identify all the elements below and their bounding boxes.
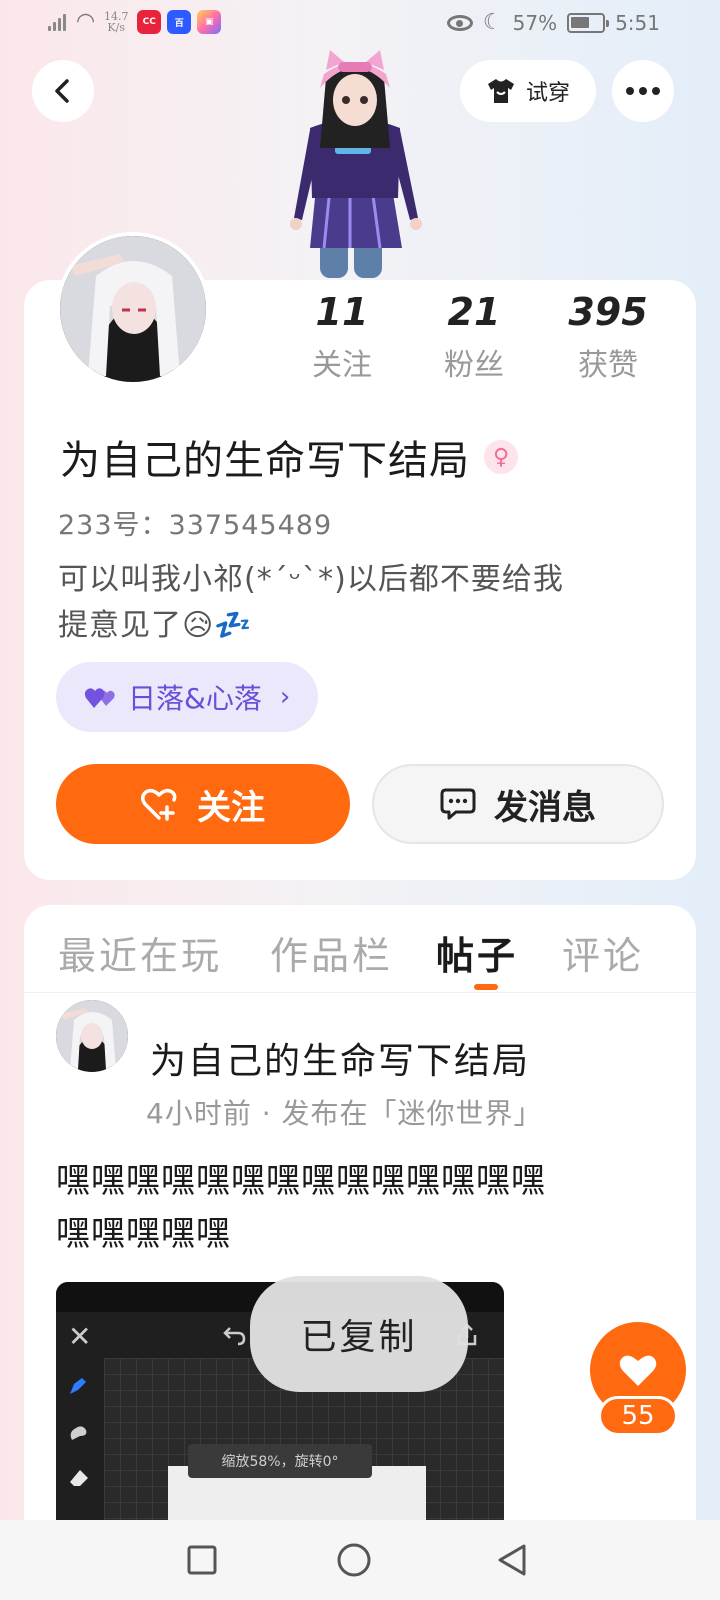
close-icon: ✕ — [68, 1320, 92, 1353]
more-options-button[interactable] — [612, 60, 674, 122]
chevron-left-icon — [55, 79, 69, 103]
send-message-button[interactable]: 发消息 — [372, 764, 664, 844]
cc-app-icon: CC — [137, 10, 162, 34]
heart-plus-icon — [141, 788, 177, 821]
try-on-button[interactable]: 试穿 — [460, 60, 596, 122]
undo-icon — [223, 1327, 246, 1346]
tab-recently-played[interactable]: 最近在玩 — [58, 925, 222, 980]
post-author-avatar[interactable] — [56, 1000, 128, 1072]
fans-count: 21 — [447, 290, 501, 334]
username-row: 为自己的生命写下结局 ♀ — [60, 428, 518, 486]
wifi-icon: ◠ — [76, 9, 96, 34]
avatar-3d-figure[interactable] — [280, 48, 430, 280]
post-text: 嘿嘿嘿嘿嘿嘿嘿嘿嘿嘿嘿嘿嘿嘿 嘿嘿嘿嘿嘿 — [56, 1155, 676, 1261]
username: 为自己的生命写下结局 — [60, 438, 470, 484]
tab-bar: 最近在玩 作品栏 帖子 评论 — [24, 905, 696, 993]
group-tag-label: 日落&心落 — [128, 682, 262, 715]
post-meta: 4小时前 · 发布在「迷你世界」 — [146, 1097, 543, 1130]
back-button[interactable] — [32, 60, 94, 122]
tab-active-indicator — [474, 984, 498, 990]
profile-avatar[interactable] — [56, 232, 210, 386]
colorful-app-icon: ▣ — [197, 10, 222, 34]
tab-posts[interactable]: 帖子 — [436, 925, 518, 980]
pen-icon — [70, 1378, 86, 1394]
tshirt-icon — [487, 79, 514, 103]
follow-button[interactable]: 关注 — [56, 764, 350, 844]
stat-likes[interactable]: 395 获赞 — [548, 290, 668, 384]
try-on-label: 试穿 — [525, 81, 570, 106]
back-nav-button[interactable] — [490, 1538, 534, 1582]
follow-label: 关注 — [197, 787, 265, 828]
stat-following[interactable]: 11 关注 — [282, 290, 402, 384]
bio-line-2: 提意见了😥💤 — [58, 608, 253, 643]
copied-toast: 已复制 — [250, 1276, 468, 1392]
heart-icon — [619, 1355, 657, 1386]
group-tag[interactable]: 日落&心落 › — [56, 662, 319, 732]
tab-comments[interactable]: 评论 — [562, 925, 644, 980]
system-nav-bar — [0, 1520, 720, 1600]
post-author-name[interactable]: 为自己的生命写下结局 — [150, 1032, 530, 1084]
double-heart-icon — [84, 688, 115, 708]
chat-bubble-icon — [440, 788, 476, 820]
likes-count: 395 — [568, 290, 648, 334]
bio: 可以叫我小祁(*´ᵕ`*)以后都不要给我 提意见了😥💤 — [58, 557, 668, 649]
recents-button[interactable] — [180, 1538, 224, 1582]
home-button[interactable] — [332, 1538, 376, 1582]
like-count: 55 — [598, 1396, 678, 1436]
following-label: 关注 — [312, 348, 372, 383]
likes-label: 获赞 — [578, 348, 638, 383]
post-text-line-1: 嘿嘿嘿嘿嘿嘿嘿嘿嘿嘿嘿嘿嘿嘿 — [56, 1161, 546, 1201]
moon-icon: ☾ — [482, 10, 503, 35]
stat-fans[interactable]: 21 粉丝 — [414, 290, 534, 384]
eraser-icon — [70, 1470, 88, 1486]
user-id[interactable]: 233号：337545489 — [58, 503, 332, 542]
square-icon — [187, 1545, 217, 1575]
tab-works[interactable]: 作品栏 — [270, 925, 393, 980]
eye-comfort-icon — [446, 14, 473, 31]
bio-line-1: 可以叫我小祁(*´ᵕ`*)以后都不要给我 — [58, 562, 564, 597]
zoom-rotation-readout: 缩放58%，旋转0° — [188, 1444, 372, 1478]
post-text-line-2: 嘿嘿嘿嘿嘿 — [56, 1214, 231, 1254]
battery-icon — [567, 12, 610, 33]
smudge-icon — [70, 1426, 87, 1440]
status-bar: ◠ 14.7 K/s CC 百 ▣ ☾ 57% 5:51 — [0, 0, 720, 46]
signal-icon — [48, 13, 70, 31]
send-message-label: 发消息 — [494, 787, 596, 828]
female-icon: ♀ — [484, 440, 518, 474]
more-dots-icon — [626, 87, 660, 95]
circle-home-icon — [337, 1543, 371, 1577]
fans-label: 粉丝 — [444, 348, 504, 383]
clock: 5:51 — [615, 10, 660, 35]
baidu-app-icon: 百 — [167, 10, 192, 34]
chevron-right-icon: › — [279, 682, 291, 712]
network-speed: 14.7 K/s — [103, 10, 129, 34]
battery-percent: 57% — [512, 10, 558, 35]
triangle-back-icon — [498, 1544, 526, 1576]
following-count: 11 — [315, 290, 369, 334]
